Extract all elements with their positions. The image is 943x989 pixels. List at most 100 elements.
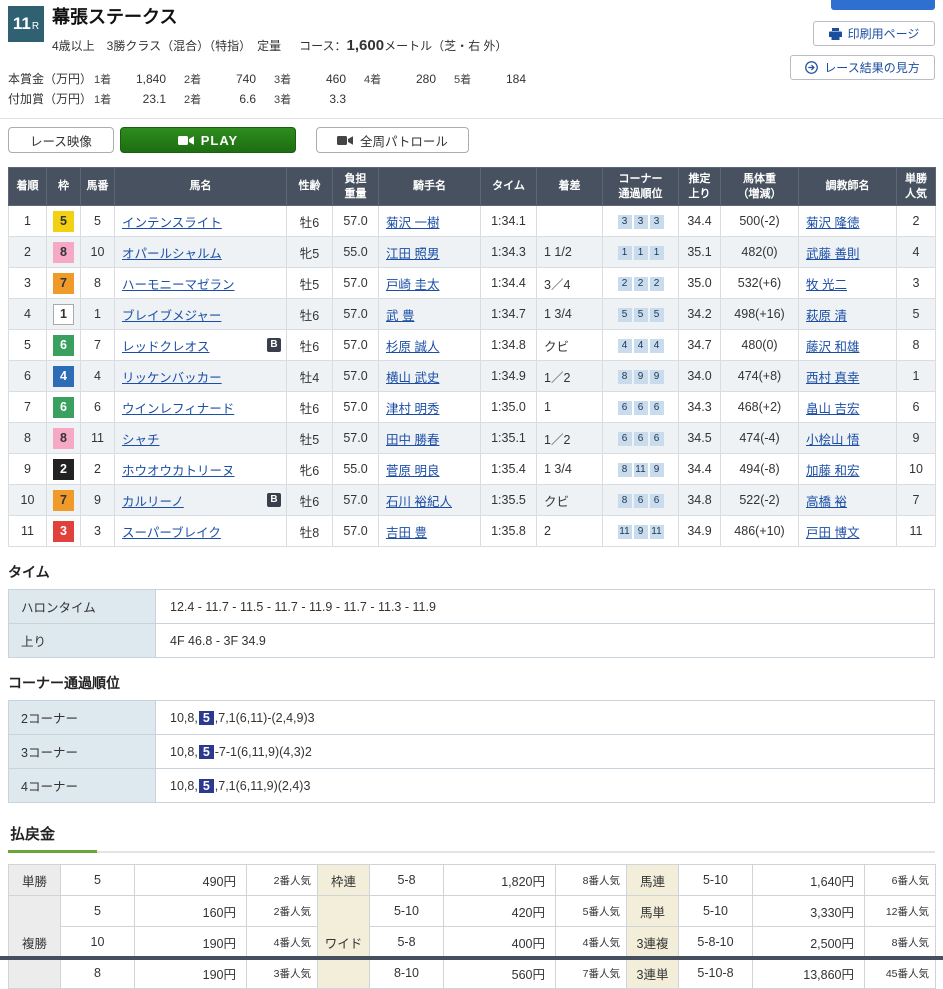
jockey-link[interactable]: 津村 明秀 — [386, 402, 439, 416]
race-video-button[interactable]: レース映像 — [8, 127, 114, 153]
finish-position: 3 — [9, 268, 47, 299]
race-number-badge: 11R — [8, 6, 44, 42]
finish-time: 1:35.1 — [481, 423, 537, 454]
corner-position-number: 1 — [618, 246, 632, 260]
jockey-link[interactable]: 横山 武史 — [386, 371, 439, 385]
time-table: ハロンタイム12.4 - 11.7 - 11.5 - 11.7 - 11.9 -… — [8, 589, 935, 658]
jockey-link[interactable]: 石川 裕紀人 — [386, 495, 452, 509]
payout-combination: 5-10 — [679, 865, 753, 896]
horse-name-link[interactable]: スーパーブレイク — [122, 526, 221, 540]
trainer-link[interactable]: 小桧山 悟 — [806, 433, 859, 447]
horse-name-link[interactable]: ブレイブメジャー — [122, 309, 221, 323]
corner-positions: 222 — [603, 268, 679, 299]
payout-favorite: 8番人気 — [865, 927, 936, 958]
patrol-video-button[interactable]: 全周パトロール — [316, 127, 469, 153]
corner-position-number: 6 — [634, 494, 648, 508]
jockey-link[interactable]: 菊沢 一樹 — [386, 216, 439, 230]
finish-position: 1 — [9, 206, 47, 237]
jockey-link[interactable]: 菅原 明良 — [386, 464, 439, 478]
corner-position-number: 3 — [634, 215, 648, 229]
horse-name-cell: ブレイブメジャー — [115, 299, 287, 330]
jockey-cell: 武 豊 — [379, 299, 481, 330]
trainer-link[interactable]: 西村 真幸 — [806, 371, 859, 385]
payout-combination: 5 — [61, 865, 135, 896]
estimated-last-3f: 34.8 — [679, 485, 721, 516]
estimated-last-3f: 34.0 — [679, 361, 721, 392]
results-header-cell: タイム — [481, 168, 537, 206]
body-weight: 498(+16) — [721, 299, 799, 330]
waku-badge: 4 — [53, 366, 74, 387]
margin: 1／2 — [537, 423, 603, 454]
horse-number: 1 — [81, 299, 115, 330]
trainer-link[interactable]: 戸田 博文 — [806, 526, 859, 540]
corner-positions: 333 — [603, 206, 679, 237]
video-button-row: レース映像 PLAY 全周パトロール — [8, 127, 935, 153]
horse-name-link[interactable]: オパールシャルム — [122, 247, 222, 261]
horse-name-link[interactable]: リッケンバッカー — [122, 371, 222, 385]
trainer-link[interactable]: 高橋 裕 — [806, 495, 847, 509]
carried-weight: 55.0 — [333, 454, 379, 485]
payout-row: 馬連5-101,640円6番人気 — [627, 865, 936, 896]
trainer-cell: 萩原 清 — [799, 299, 897, 330]
jockey-link[interactable]: 武 豊 — [386, 309, 414, 323]
trainer-link[interactable]: 菊沢 隆徳 — [806, 216, 859, 230]
horse-name-link[interactable]: ホウオウカトリーヌ — [122, 464, 235, 478]
carried-weight: 57.0 — [333, 361, 379, 392]
horse-name-link[interactable]: ウインレフィナード — [122, 402, 234, 416]
corner-position-number: 5 — [618, 308, 632, 322]
estimated-last-3f: 35.0 — [679, 268, 721, 299]
bet-type-label: 3連単 — [627, 958, 679, 989]
prize-rank-label: 3着 — [274, 91, 302, 107]
horse-name-link[interactable]: カルリーノ — [122, 495, 184, 509]
trainer-cell: 高橋 裕 — [799, 485, 897, 516]
play-button[interactable]: PLAY — [120, 127, 296, 153]
result-guide-button[interactable]: レース結果の見方 — [790, 55, 935, 80]
horse-name-link[interactable]: シャチ — [122, 433, 160, 447]
corner-position-number: 4 — [618, 339, 632, 353]
print-page-button[interactable]: 印刷用ページ — [813, 21, 935, 46]
waku-badge: 1 — [53, 304, 74, 325]
win-favorite-rank: 2 — [897, 206, 936, 237]
horse-name-link[interactable]: インテンスライト — [122, 216, 222, 230]
jockey-link[interactable]: 杉原 誠人 — [386, 340, 439, 354]
jockey-link[interactable]: 吉田 豊 — [386, 526, 427, 540]
payout-table: 枠連5-81,820円8番人気ワイド5-10420円5番人気5-8400円4番人… — [317, 864, 627, 989]
carried-weight: 57.0 — [333, 423, 379, 454]
payout-amount: 400円 — [444, 927, 556, 958]
trainer-link[interactable]: 牧 光二 — [806, 278, 847, 292]
payout-row: 3連複5-8-102,500円8番人気 — [627, 927, 936, 958]
jockey-link[interactable]: 江田 照男 — [386, 247, 439, 261]
top-blue-button[interactable] — [831, 0, 935, 10]
payout-amount: 160円 — [135, 896, 247, 927]
trainer-link[interactable]: 加藤 和宏 — [806, 464, 859, 478]
horse-name-link[interactable]: レッドクレオス — [122, 340, 210, 354]
trainer-link[interactable]: 藤沢 和雄 — [806, 340, 859, 354]
results-header-row: 着順枠馬番馬名性齢負担 重量騎手名タイム着差コーナー 通過順位推定 上り馬体重 … — [9, 168, 936, 206]
carried-weight: 55.0 — [333, 237, 379, 268]
body-weight: 482(0) — [721, 237, 799, 268]
finish-position: 7 — [9, 392, 47, 423]
result-row: 922ホウオウカトリーヌ牝655.0菅原 明良1:35.41 3/4811934… — [9, 454, 936, 485]
bet-type-label: 馬連 — [627, 865, 679, 896]
trainer-link[interactable]: 萩原 清 — [806, 309, 847, 323]
horse-name-link[interactable]: ハーモニーマゼラン — [122, 278, 235, 292]
prize-rank-label: 1着 — [94, 71, 122, 87]
trainer-link[interactable]: 武藤 善則 — [806, 247, 859, 261]
horse-number: 10 — [81, 237, 115, 268]
bet-type-label: ワイド — [318, 896, 370, 989]
trainer-link[interactable]: 畠山 吉宏 — [806, 402, 859, 416]
jockey-link[interactable]: 戸崎 圭太 — [386, 278, 439, 292]
results-header-cell: 単勝 人気 — [897, 168, 936, 206]
corner-section-title: コーナー通過順位 — [8, 673, 935, 693]
jockey-link[interactable]: 田中 勝春 — [386, 433, 439, 447]
prize-pair: 1着1,840 — [94, 71, 184, 87]
prize-pair: 5着184 — [454, 71, 544, 87]
waku-cell: 5 — [47, 206, 81, 237]
corner-row-value: 10,8,5,7,1(6,11,9)(2,4)3 — [156, 769, 935, 803]
corner-position-number: 8 — [618, 463, 632, 477]
margin: 1 1/2 — [537, 237, 603, 268]
corner-position-number: 2 — [618, 277, 632, 291]
payout-combination: 5-10 — [679, 896, 753, 927]
sex-age: 牡5 — [287, 423, 333, 454]
payout-amount: 13,860円 — [753, 958, 865, 989]
